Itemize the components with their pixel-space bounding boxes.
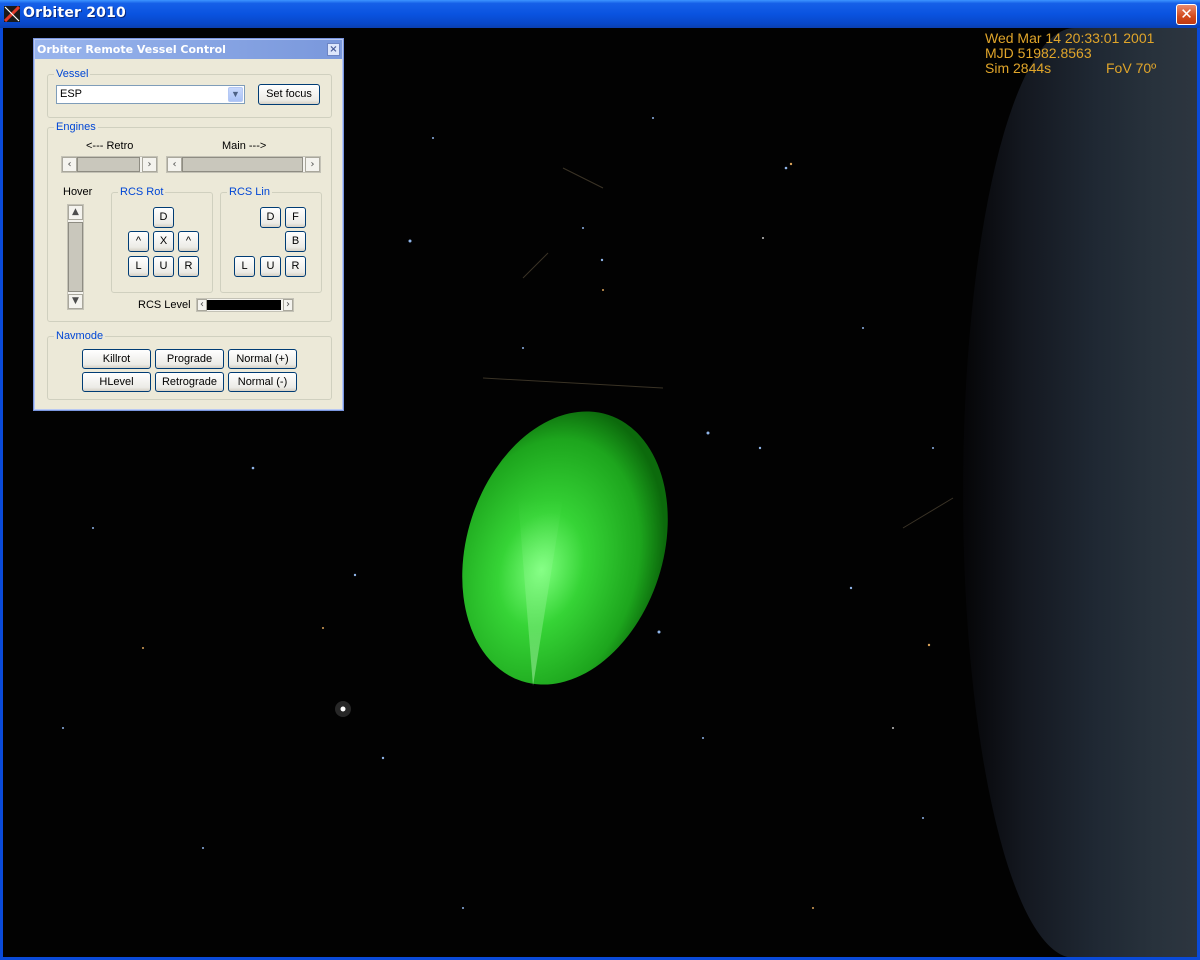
retro-slider-thumb[interactable]: [77, 157, 140, 172]
main-thrust-slider[interactable]: ‹ ›: [166, 156, 321, 173]
rcs-rot-u-button[interactable]: U: [153, 256, 174, 277]
retro-label: <--- Retro: [86, 140, 134, 152]
normal-plus-button[interactable]: Normal (+): [228, 349, 297, 369]
dialog-titlebar[interactable]: Orbiter Remote Vessel Control ×: [35, 40, 342, 59]
vessel-group: Vessel ESP ▼ Set focus: [47, 67, 332, 118]
rcs-rot-l-button[interactable]: L: [128, 256, 149, 277]
window-close-button[interactable]: ✕: [1176, 4, 1197, 25]
main-label: Main --->: [222, 140, 267, 152]
chevron-down-icon[interactable]: ▼: [228, 87, 243, 102]
rcs-rot-up-left-button[interactable]: ^: [128, 231, 149, 252]
vessel-legend: Vessel: [54, 67, 91, 81]
rcs-level-label: RCS Level: [138, 299, 191, 311]
arrow-right-icon[interactable]: ›: [283, 299, 293, 311]
rcs-rot-r-button[interactable]: R: [178, 256, 199, 277]
hud-fov: FoV 70º: [1106, 60, 1157, 76]
vessel-select-value: ESP: [60, 88, 83, 100]
retro-thrust-slider[interactable]: ‹ ›: [61, 156, 158, 173]
rcs-lin-u-button[interactable]: U: [260, 256, 281, 277]
rcs-rot-legend: RCS Rot: [118, 185, 166, 199]
rcs-rot-x-button[interactable]: X: [153, 231, 174, 252]
orbiter-logo-icon: [4, 6, 20, 22]
vessel-select[interactable]: ESP ▼: [56, 85, 245, 104]
prograde-button[interactable]: Prograde: [155, 349, 224, 369]
rcs-lin-d-button[interactable]: D: [260, 207, 281, 228]
rcs-rot-up-right-button[interactable]: ^: [178, 231, 199, 252]
killrot-button[interactable]: Killrot: [82, 349, 151, 369]
arrow-left-icon[interactable]: ‹: [197, 299, 207, 311]
retrograde-button[interactable]: Retrograde: [155, 372, 224, 392]
window-titlebar: Orbiter 2010 ✕: [0, 0, 1200, 28]
arrow-right-icon[interactable]: ›: [305, 157, 320, 172]
rcs-lin-group: RCS Lin D F B L U R: [220, 185, 322, 293]
hud-datetime: Wed Mar 14 20:33:01 2001: [985, 30, 1155, 46]
rcs-lin-r-button[interactable]: R: [285, 256, 306, 277]
dialog-title: Orbiter Remote Vessel Control: [37, 43, 226, 56]
hover-thrust-slider[interactable]: ▲ ▼: [67, 204, 84, 310]
hud-sim-time: Sim 2844s: [985, 60, 1052, 76]
rcs-lin-b-button[interactable]: B: [285, 231, 306, 252]
normal-minus-button[interactable]: Normal (-): [228, 372, 297, 392]
engines-legend: Engines: [54, 120, 98, 134]
dialog-close-button[interactable]: ×: [327, 43, 340, 56]
hlevel-button[interactable]: HLevel: [82, 372, 151, 392]
navmode-legend: Navmode: [54, 329, 106, 343]
hud-mjd: MJD 51982.8563: [985, 45, 1092, 61]
rcs-lin-f-button[interactable]: F: [285, 207, 306, 228]
rcs-level-slider[interactable]: ‹ ›: [196, 298, 294, 312]
hover-label: Hover: [63, 186, 93, 198]
arrow-left-icon[interactable]: ‹: [167, 157, 182, 172]
rcs-lin-legend: RCS Lin: [227, 185, 272, 199]
engines-group: Engines <--- Retro Main ---> ‹ › ‹ › Hov…: [47, 120, 332, 322]
rcs-rot-group: RCS Rot D ^ X ^ L U R: [111, 185, 213, 293]
hover-slider-thumb[interactable]: [68, 222, 83, 292]
window-title: Orbiter 2010: [23, 5, 126, 21]
arrow-up-icon[interactable]: ▲: [68, 205, 83, 220]
main-slider-thumb[interactable]: [182, 157, 303, 172]
rcs-rot-d-button[interactable]: D: [153, 207, 174, 228]
arrow-down-icon[interactable]: ▼: [68, 294, 83, 309]
navmode-group: Navmode Killrot Prograde Normal (+) HLev…: [47, 329, 332, 400]
remote-vessel-control-dialog: Orbiter Remote Vessel Control × Vessel E…: [33, 38, 344, 411]
arrow-left-icon[interactable]: ‹: [62, 157, 77, 172]
set-focus-button[interactable]: Set focus: [258, 84, 320, 105]
arrow-right-icon[interactable]: ›: [142, 157, 157, 172]
rcs-level-track[interactable]: [207, 300, 281, 310]
rcs-lin-l-button[interactable]: L: [234, 256, 255, 277]
